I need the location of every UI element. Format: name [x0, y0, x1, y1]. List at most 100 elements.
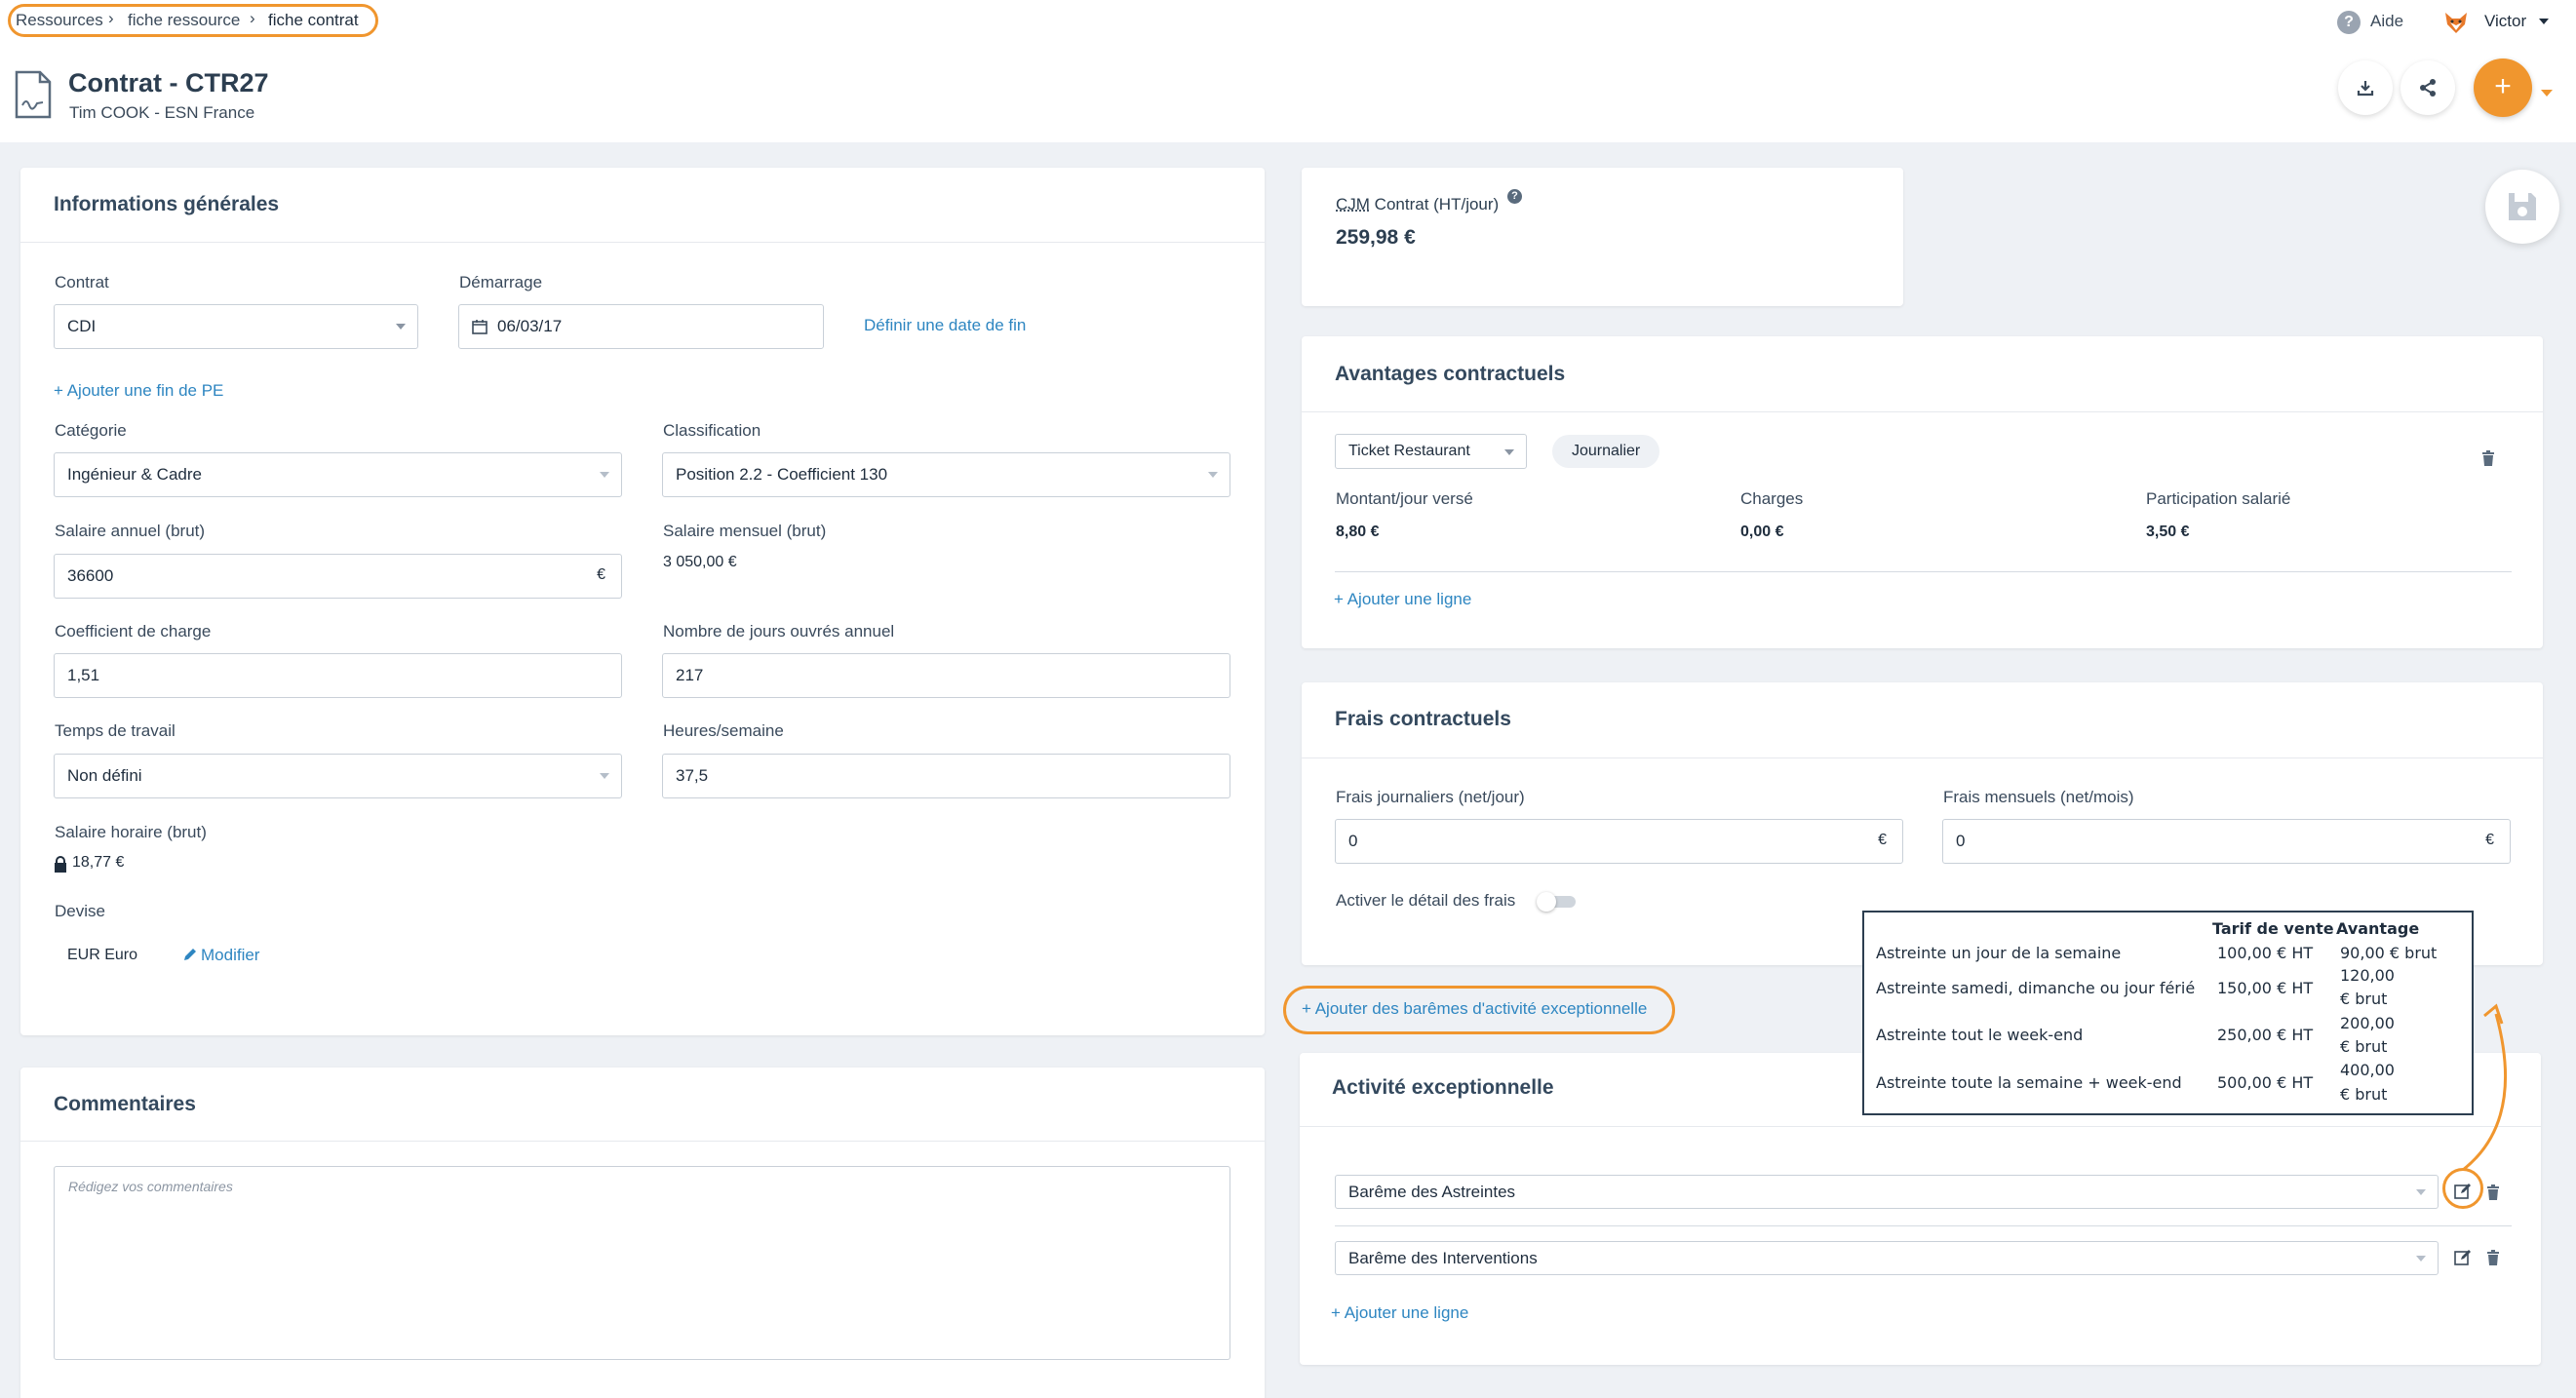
add-benefit-line-link[interactable]: + Ajouter une ligne — [1334, 590, 1471, 609]
currency-value: EUR Euro — [67, 947, 138, 963]
hours-value: 37,5 — [676, 766, 709, 785]
benefit-charges-value: 0,00 € — [1740, 524, 1784, 540]
monthly-fees-value: 0 — [1956, 832, 1966, 850]
work-days-label: Nombre de jours ouvrés annuel — [663, 622, 895, 641]
toggle-knob — [1537, 892, 1556, 912]
download-button[interactable] — [2338, 60, 2393, 115]
breadcrumb-item-fiche-ressource[interactable]: fiche ressource — [128, 11, 240, 30]
edit-icon[interactable] — [2454, 1249, 2472, 1271]
contract-label: Contrat — [55, 273, 109, 291]
scale-interventions-value: Barême des Interventions — [1348, 1248, 1538, 1267]
chevron-down-icon — [1504, 449, 1514, 455]
euro-suffix: € — [1878, 832, 1887, 848]
tooltip-row-benefit: 120,00 — [2340, 966, 2395, 985]
category-select[interactable]: Ingénieur & Cadre — [54, 452, 622, 497]
share-button[interactable] — [2400, 60, 2455, 115]
info-icon[interactable]: ? — [1507, 189, 1522, 204]
work-time-select-value: Non défini — [67, 766, 142, 785]
user-name[interactable]: Victor — [2484, 12, 2526, 31]
add-exceptional-line-link[interactable]: + Ajouter une ligne — [1331, 1303, 1468, 1323]
daily-fees-value: 0 — [1348, 832, 1358, 850]
cjm-value: 259,98 € — [1336, 226, 1416, 249]
category-select-value: Ingénieur & Cadre — [67, 465, 202, 484]
cjm-abbr: CJM — [1336, 195, 1370, 214]
hours-label: Heures/semaine — [663, 721, 784, 740]
scale-astreintes-value: Barême des Astreintes — [1348, 1182, 1516, 1201]
tooltip-header-benefit: Avantage — [2336, 919, 2420, 938]
start-date-input[interactable]: 06/03/17 — [458, 304, 824, 349]
benefit-participation-value: 3,50 € — [2146, 524, 2190, 540]
help-icon[interactable]: ? — [2337, 11, 2361, 34]
page-title: Contrat - CTR27 — [68, 68, 269, 97]
annual-salary-input[interactable]: 36600 € — [54, 554, 622, 599]
modify-currency-link[interactable]: Modifier — [201, 946, 259, 965]
start-date-value: 06/03/17 — [497, 317, 563, 335]
category-label: Catégorie — [55, 421, 127, 440]
divider — [1335, 571, 2512, 572]
fees-title: Frais contractuels — [1335, 708, 1511, 730]
contract-select-value: CDI — [67, 317, 97, 335]
comments-textarea[interactable]: Rédigez vos commentaires — [54, 1166, 1230, 1360]
contract-document-icon — [14, 70, 53, 124]
charge-coef-input[interactable]: 1,51 — [54, 653, 622, 698]
daily-fees-input[interactable]: 0 € — [1335, 819, 1903, 864]
charge-coef-label: Coefficient de charge — [55, 622, 212, 641]
classification-select-value: Position 2.2 - Coefficient 130 — [676, 465, 888, 484]
euro-suffix: € — [597, 566, 605, 583]
cjm-label: CJM Contrat (HT/jour) — [1336, 195, 1499, 214]
define-end-date-link[interactable]: Définir une date de fin — [864, 316, 1026, 335]
monthly-fees-label: Frais mensuels (net/mois) — [1943, 788, 2134, 806]
work-days-input[interactable]: 217 — [662, 653, 1230, 698]
tooltip-row-price: 250,00 € HT — [2217, 1026, 2314, 1044]
general-info-title: Informations générales — [54, 193, 280, 215]
chevron-down-icon — [396, 324, 406, 330]
help-link[interactable]: Aide — [2370, 12, 2403, 31]
chevron-down-icon — [2416, 1189, 2426, 1195]
lock-icon — [54, 856, 67, 877]
tooltip-header-price: Tarif de vente — [2212, 919, 2334, 938]
tooltip-row-benefit-unit: € brut — [2340, 990, 2388, 1008]
hourly-salary-value: 18,77 € — [72, 854, 125, 871]
scale-select-interventions[interactable]: Barême des Interventions — [1335, 1241, 2439, 1275]
avatar[interactable] — [2442, 9, 2470, 36]
page-subtitle: Tim COOK - ESN France — [69, 103, 255, 122]
general-info-card — [20, 168, 1265, 1035]
share-icon — [2420, 79, 2436, 97]
start-label: Démarrage — [459, 273, 543, 291]
scale-select-astreintes[interactable]: Barême des Astreintes — [1335, 1175, 2439, 1209]
trash-icon[interactable] — [2481, 450, 2495, 466]
trash-icon[interactable] — [2486, 1250, 2500, 1265]
contract-select[interactable]: CDI — [54, 304, 418, 349]
chevron-down-icon — [2416, 1256, 2426, 1262]
add-button[interactable]: + — [2474, 58, 2532, 117]
benefit-amount-value: 8,80 € — [1336, 524, 1380, 540]
classification-label: Classification — [663, 421, 761, 440]
trash-icon[interactable] — [2486, 1184, 2500, 1200]
divider — [1302, 411, 2543, 412]
save-icon — [2509, 193, 2536, 220]
save-button[interactable] — [2485, 170, 2559, 244]
charge-coef-value: 1,51 — [67, 666, 100, 684]
chevron-right-icon: › — [108, 9, 114, 27]
chevron-down-icon[interactable] — [2539, 19, 2549, 24]
tooltip-row-label: Astreinte samedi, dimanche ou jour férié — [1876, 979, 2196, 997]
monthly-salary-label: Salaire mensuel (brut) — [663, 522, 827, 540]
period-badge: Journalier — [1552, 435, 1660, 468]
add-menu-caret-icon[interactable] — [2541, 90, 2553, 97]
add-scales-link[interactable]: + Ajouter des barêmes d'activité excepti… — [1302, 999, 1647, 1019]
work-time-select[interactable]: Non défini — [54, 754, 622, 798]
monthly-fees-input[interactable]: 0 € — [1942, 819, 2511, 864]
monthly-salary-value: 3 050,00 € — [663, 554, 737, 570]
hours-input[interactable]: 37,5 — [662, 754, 1230, 798]
add-pe-end-link[interactable]: + Ajouter une fin de PE — [54, 381, 223, 401]
benefit-type-select[interactable]: Ticket Restaurant — [1335, 434, 1527, 469]
tooltip-row-label: Astreinte toute la semaine + week-end — [1876, 1073, 2182, 1092]
pencil-icon[interactable] — [182, 947, 198, 967]
benefits-title: Avantages contractuels — [1335, 363, 1566, 385]
divider — [20, 242, 1265, 243]
classification-select[interactable]: Position 2.2 - Coefficient 130 — [662, 452, 1230, 497]
divider — [1335, 1225, 2512, 1226]
breadcrumb-item-ressources[interactable]: Ressources — [16, 11, 103, 30]
fees-detail-toggle[interactable] — [1537, 892, 1576, 912]
tooltip-row-price: 100,00 € HT — [2217, 944, 2314, 962]
